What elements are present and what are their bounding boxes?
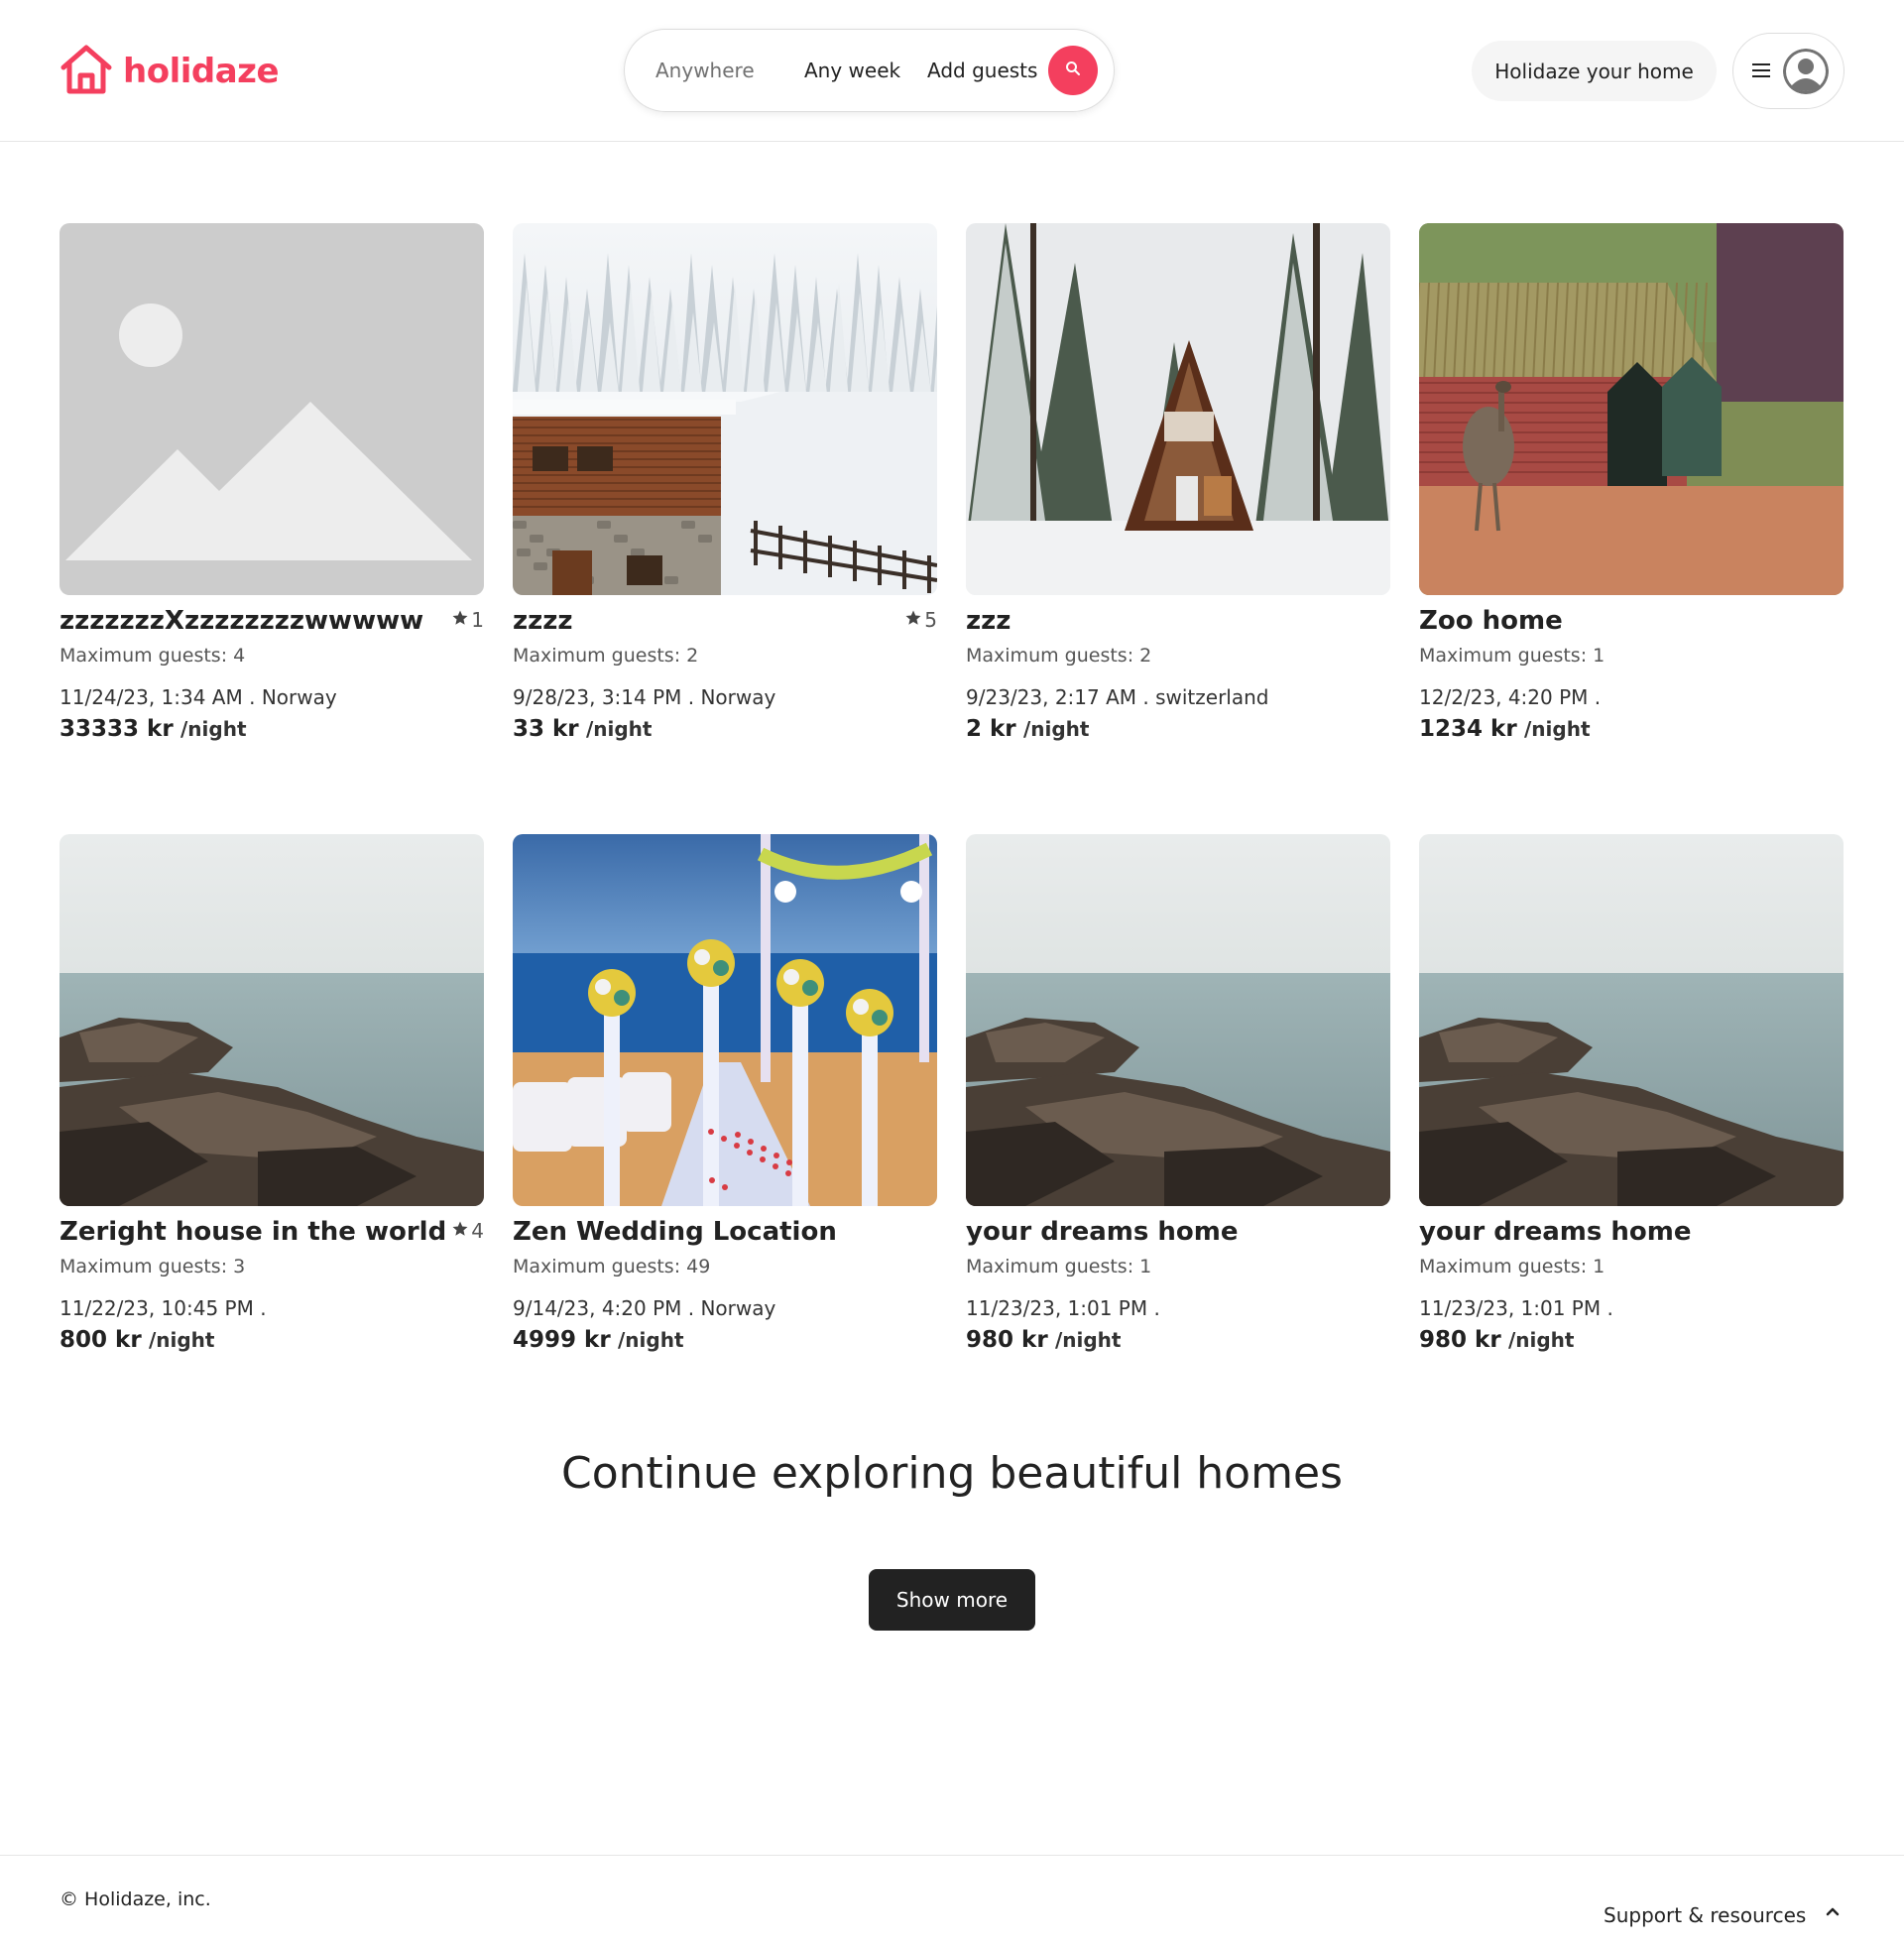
listing-title[interactable]: Zeright house in the world — [60, 1217, 446, 1247]
price-amount: 2 kr — [966, 716, 1016, 742]
listing-date-location: 11/22/23, 10:45 PM . — [60, 1296, 267, 1320]
listing-card[interactable]: your dreams home Maximum guests: 1 11/23… — [1419, 834, 1844, 1370]
listing-card[interactable]: Zen Wedding Location Maximum guests: 49 … — [513, 834, 937, 1370]
footer: © Holidaze, inc. Support & resources — [0, 1855, 1904, 1946]
price-per-night: /night — [1054, 1328, 1122, 1352]
listing-price: 800 kr /night — [60, 1327, 214, 1353]
listing-date-location: 9/14/23, 4:20 PM . Norway — [513, 1296, 776, 1320]
search-bar[interactable]: Anywhere Any week Add guests — [624, 29, 1115, 112]
listing-title[interactable]: Zen Wedding Location — [513, 1217, 890, 1247]
show-more-button[interactable]: Show more — [869, 1569, 1035, 1631]
user-avatar-icon — [1783, 49, 1829, 94]
price-per-night: /night — [1523, 717, 1591, 741]
price-per-night: /night — [585, 717, 653, 741]
listing-max-guests: Maximum guests: 2 — [966, 645, 1152, 667]
listing-image[interactable] — [966, 223, 1390, 595]
listing-date-location: 9/28/23, 3:14 PM . Norway — [513, 685, 776, 709]
search-add-guests[interactable]: Add guests — [927, 59, 1037, 82]
rating-value: 1 — [471, 608, 484, 632]
listing-image[interactable] — [1419, 223, 1844, 595]
listing-max-guests: Maximum guests: 3 — [60, 1256, 246, 1277]
listing-price: 2 kr /night — [966, 716, 1089, 742]
brand-logo[interactable]: holidaze — [60, 44, 280, 99]
listing-date-location: 11/24/23, 1:34 AM . Norway — [60, 685, 337, 709]
listing-max-guests: Maximum guests: 2 — [513, 645, 699, 667]
star-icon — [904, 608, 922, 632]
listing-title[interactable]: zzzzzzzXzzzzzzzzwwwww — [60, 606, 436, 636]
listing-max-guests: Maximum guests: 1 — [966, 1256, 1152, 1277]
search-button[interactable] — [1048, 46, 1098, 95]
price-per-night: /night — [617, 1328, 684, 1352]
explore-title: Continue exploring beautiful homes — [561, 1448, 1343, 1499]
price-amount: 1234 kr — [1419, 716, 1517, 742]
search-any-week[interactable]: Any week — [804, 59, 900, 82]
price-amount: 980 kr — [1419, 1327, 1501, 1353]
listing-title[interactable]: zzzz — [513, 606, 890, 636]
star-icon — [451, 608, 469, 632]
listing-rating: 1 — [451, 608, 484, 632]
listing-price: 1234 kr /night — [1419, 716, 1591, 742]
price-amount: 33 kr — [513, 716, 579, 742]
listing-price: 33 kr /night — [513, 716, 652, 742]
price-amount: 4999 kr — [513, 1327, 611, 1353]
listing-image[interactable] — [513, 834, 937, 1206]
listing-max-guests: Maximum guests: 1 — [1419, 645, 1606, 667]
listing-image[interactable] — [1419, 834, 1844, 1206]
listing-price: 980 kr /night — [966, 1327, 1121, 1353]
listing-title[interactable]: Zoo home — [1419, 606, 1796, 636]
house-icon — [60, 44, 113, 99]
listing-image[interactable] — [966, 834, 1390, 1206]
search-icon — [1065, 61, 1081, 80]
listing-card[interactable]: your dreams home Maximum guests: 1 11/23… — [966, 834, 1390, 1370]
price-per-night: /night — [148, 1328, 215, 1352]
price-per-night: /night — [1507, 1328, 1575, 1352]
listing-image[interactable] — [60, 223, 484, 595]
listing-max-guests: Maximum guests: 1 — [1419, 1256, 1606, 1277]
listing-price: 980 kr /night — [1419, 1327, 1574, 1353]
listing-date-location: 12/2/23, 4:20 PM . — [1419, 685, 1602, 709]
listing-card[interactable]: zzzzzzzXzzzzzzzzwwwww 1 Maximum guests: … — [60, 223, 484, 759]
listing-card[interactable]: Zoo home Maximum guests: 1 12/2/23, 4:20… — [1419, 223, 1844, 759]
search-anywhere[interactable]: Anywhere — [655, 59, 755, 82]
listing-title[interactable]: your dreams home — [1419, 1217, 1796, 1247]
top-header: holidaze Anywhere Any week Add guests Ho… — [0, 0, 1904, 142]
listing-image[interactable] — [513, 223, 937, 595]
listing-title[interactable]: zzz — [966, 606, 1343, 636]
listing-title[interactable]: your dreams home — [966, 1217, 1343, 1247]
price-amount: 800 kr — [60, 1327, 142, 1353]
listing-card[interactable]: zzzz 5 Maximum guests: 2 9/28/23, 3:14 P… — [513, 223, 937, 759]
price-per-night: /night — [179, 717, 247, 741]
listing-image[interactable] — [60, 834, 484, 1206]
brand-name: holidaze — [123, 52, 280, 91]
listing-card[interactable]: zzz Maximum guests: 2 9/23/23, 2:17 AM .… — [966, 223, 1390, 759]
chevron-up-icon[interactable] — [1824, 1902, 1842, 1924]
listing-date-location: 11/23/23, 1:01 PM . — [1419, 1296, 1613, 1320]
listing-max-guests: Maximum guests: 49 — [513, 1256, 711, 1277]
support-resources-link[interactable]: Support & resources — [1604, 1903, 1806, 1927]
price-per-night: /night — [1022, 717, 1090, 741]
listing-price: 4999 kr /night — [513, 1327, 684, 1353]
hamburger-icon — [1752, 62, 1770, 82]
price-amount: 980 kr — [966, 1327, 1048, 1353]
holidaze-your-home-button[interactable]: Holidaze your home — [1472, 41, 1717, 101]
listing-max-guests: Maximum guests: 4 — [60, 645, 246, 667]
price-amount: 33333 kr — [60, 716, 174, 742]
listing-price: 33333 kr /night — [60, 716, 247, 742]
listing-rating: 5 — [904, 608, 937, 632]
rating-value: 5 — [924, 608, 937, 632]
rating-value: 4 — [471, 1219, 484, 1243]
star-icon — [451, 1219, 469, 1243]
user-menu-button[interactable] — [1732, 33, 1844, 109]
listing-card[interactable]: Zeright house in the world 4 Maximum gue… — [60, 834, 484, 1370]
copyright: © Holidaze, inc. — [60, 1888, 211, 1910]
listing-date-location: 9/23/23, 2:17 AM . switzerland — [966, 685, 1269, 709]
listing-rating: 4 — [451, 1219, 484, 1243]
listing-date-location: 11/23/23, 1:01 PM . — [966, 1296, 1160, 1320]
